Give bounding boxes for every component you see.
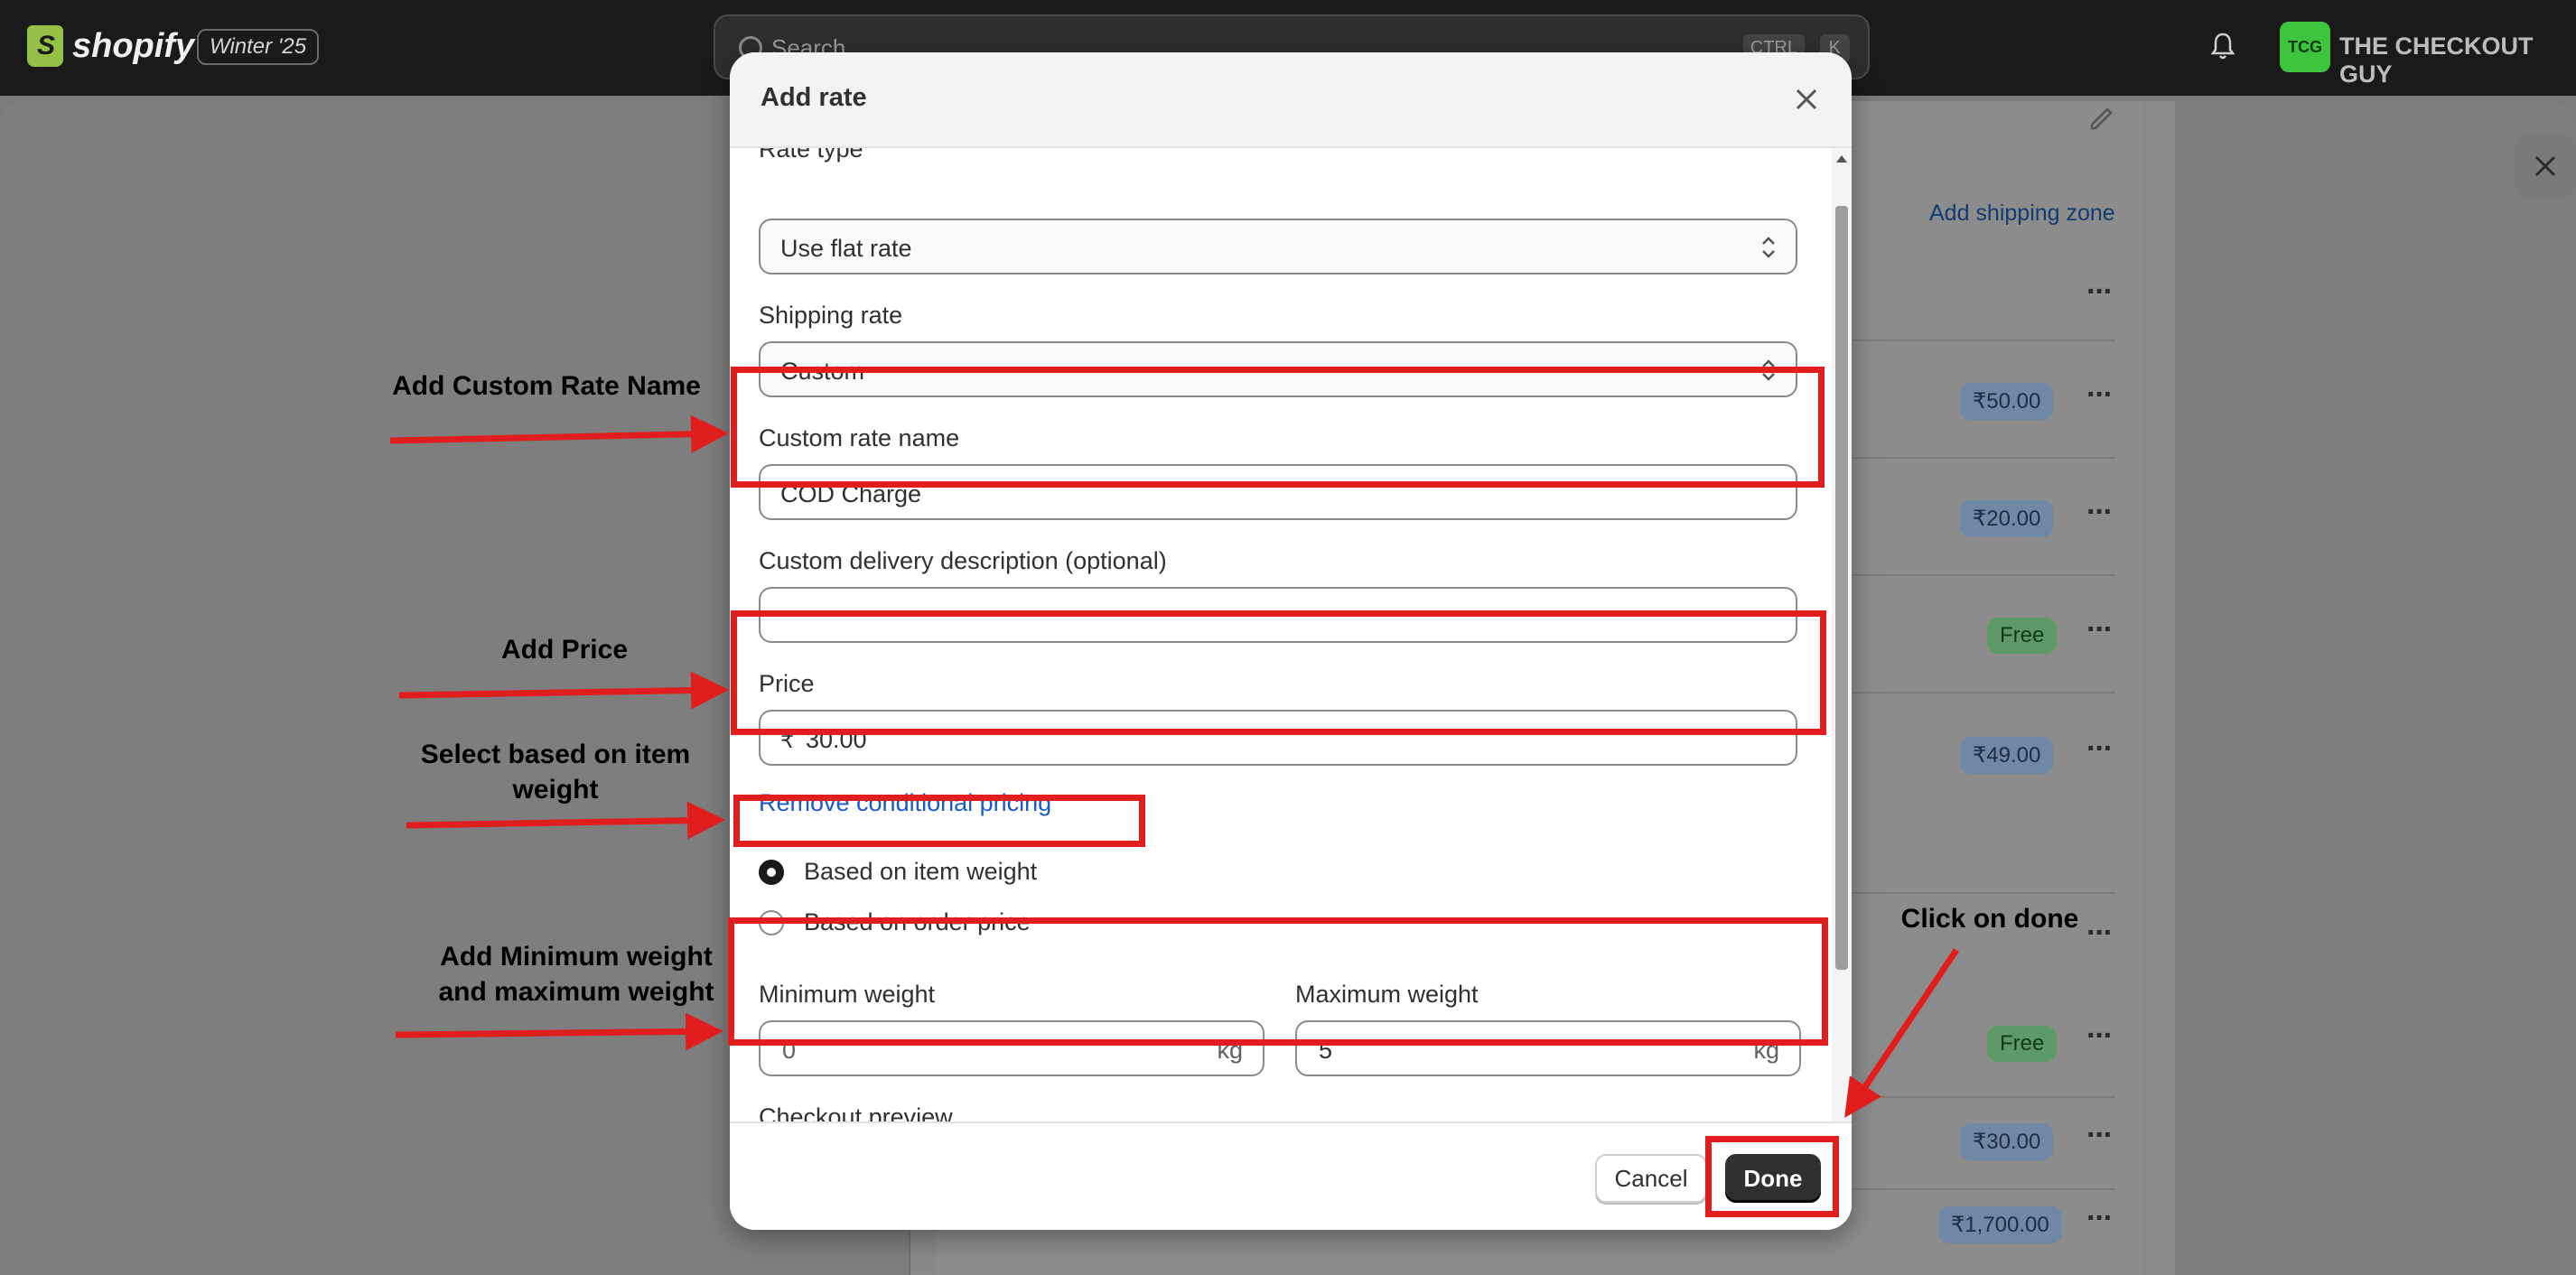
arrow-to-custom-rate-name bbox=[389, 414, 729, 453]
arrow-to-price bbox=[398, 671, 729, 710]
arrow-to-weights bbox=[395, 1012, 723, 1051]
arrow-to-weight-radio bbox=[406, 801, 725, 840]
annotation-arrows bbox=[389, 414, 1959, 1118]
arrow-to-done bbox=[1844, 948, 1959, 1118]
